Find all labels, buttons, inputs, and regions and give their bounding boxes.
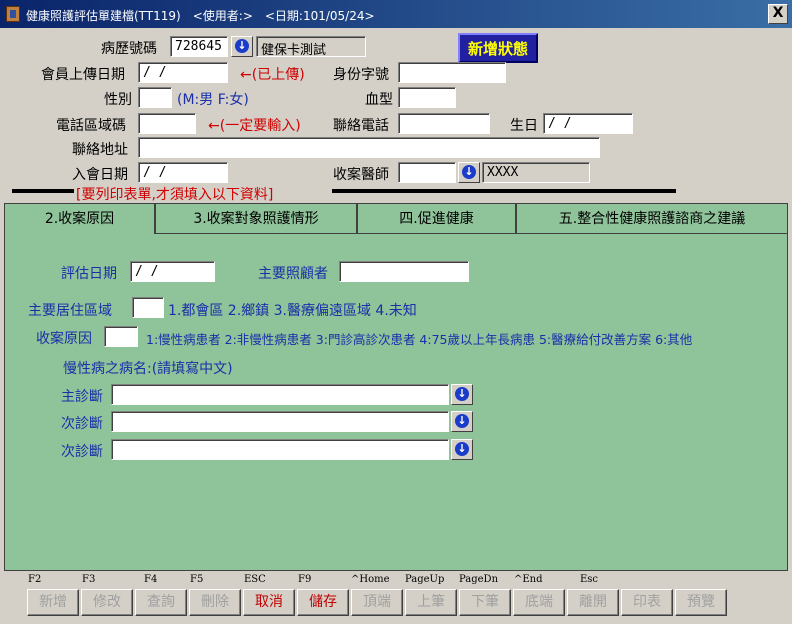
blood-label: 血型 [365, 92, 393, 108]
join-date-field[interactable]: / / [138, 162, 228, 183]
gender-label: 性別 [104, 92, 132, 108]
key-hint: F5 [190, 574, 204, 585]
caregiver-label: 主要照顧者 [258, 266, 328, 282]
birthday-label: 生日 [510, 118, 538, 134]
id-label: 身份字號 [333, 67, 389, 83]
residence-options: 1.都會區 2.鄉鎮 3.醫療偏遠區域 4.未知 [168, 303, 417, 319]
doctor-dropdown-button[interactable]: ↓ [458, 162, 480, 183]
preview-button[interactable]: 預覽 [675, 589, 727, 616]
window-title: 健康照護評估單建檔(TT119) <使用者:> <日期:101/05/24> [26, 9, 375, 23]
close-button[interactable]: X [768, 4, 788, 24]
delete-button[interactable]: 刪除 [189, 589, 241, 616]
residence-label: 主要居住區域 [28, 303, 112, 319]
gender-field[interactable] [138, 87, 172, 108]
key-hint: PageUp [405, 574, 445, 585]
record-no-dropdown-button[interactable]: ↓ [231, 36, 253, 57]
arrow-down-icon: ↓ [455, 414, 469, 428]
area-code-label: 電話區域碼 [56, 118, 126, 134]
reason-options: 1:慢性病患者 2:非慢性病患者 3:門診高診次患者 4:75歲以上年長病患 5… [146, 332, 693, 347]
title-bar: 健康照護評估單建檔(TT119) <使用者:> <日期:101/05/24> X [0, 0, 792, 28]
eval-date-field[interactable]: / / [130, 261, 215, 282]
address-field[interactable] [138, 137, 600, 158]
upload-date-field[interactable]: / / [138, 62, 228, 83]
last-record-button[interactable]: 底端 [513, 589, 565, 616]
phone-label: 聯絡電話 [333, 118, 389, 134]
key-hint: ^Home [351, 574, 390, 585]
query-button[interactable]: 查詢 [135, 589, 187, 616]
new-button[interactable]: 新增 [27, 589, 79, 616]
separator-left [12, 189, 74, 193]
arrow-down-icon: ↓ [455, 442, 469, 456]
tab-health-promotion[interactable]: 四.促進健康 [357, 203, 516, 235]
doctor-label: 收案醫師 [333, 167, 389, 183]
print-button[interactable]: 印表 [621, 589, 673, 616]
key-hint: F9 [298, 574, 312, 585]
sub-diagnosis-dropdown-button-2[interactable]: ↓ [451, 439, 473, 460]
card-test-field: 健保卡測試 [256, 36, 366, 57]
chronic-disease-label: 慢性病之病名:(請填寫中文) [63, 361, 233, 377]
main-diagnosis-field[interactable] [111, 384, 449, 405]
join-date-label: 入會日期 [72, 167, 128, 183]
id-field[interactable] [398, 62, 506, 83]
key-hint: Esc [580, 574, 599, 585]
prev-record-button[interactable]: 上筆 [405, 589, 457, 616]
key-hint: ESC [244, 574, 266, 585]
next-record-button[interactable]: 下筆 [459, 589, 511, 616]
separator-right [332, 189, 676, 193]
main-diagnosis-label: 主診斷 [61, 389, 103, 405]
app-icon [6, 6, 20, 22]
reason-label: 收案原因 [36, 331, 92, 347]
reason-field[interactable] [104, 326, 138, 347]
blood-field[interactable] [398, 87, 456, 108]
arrow-down-icon: ↓ [455, 387, 469, 401]
record-no-label: 病歷號碼 [101, 41, 157, 57]
save-button[interactable]: 儲存 [297, 589, 349, 616]
cancel-button[interactable]: 取消 [243, 589, 295, 616]
doctor-name-field: XXXX [482, 162, 590, 183]
key-hint: F2 [28, 574, 42, 585]
tab-care-status[interactable]: 3.收案對象照護情形 [155, 203, 357, 235]
arrow-down-icon: ↓ [462, 165, 476, 179]
key-hint: F3 [82, 574, 96, 585]
eval-date-label: 評估日期 [61, 266, 117, 282]
phone-field[interactable] [398, 113, 490, 134]
sub-diagnosis-label-2: 次診斷 [61, 444, 103, 460]
gender-hint: (M:男 F:女) [177, 92, 249, 108]
doctor-field[interactable] [398, 162, 456, 183]
key-hint: ^End [514, 574, 543, 585]
tab-integrated-advice[interactable]: 五.整合性健康照護諮商之建議 [516, 203, 788, 235]
sub-diagnosis-label: 次診斷 [61, 416, 103, 432]
sub-diagnosis-field-2[interactable] [111, 439, 449, 460]
new-state-badge: 新增狀態 [458, 33, 538, 63]
sub-diagnosis-field[interactable] [111, 411, 449, 432]
main-diagnosis-dropdown-button[interactable]: ↓ [451, 384, 473, 405]
uploaded-note: ←(已上傳) [240, 67, 305, 83]
edit-button[interactable]: 修改 [81, 589, 133, 616]
tab-reason[interactable]: 2.收案原因 [4, 203, 155, 234]
arrow-down-icon: ↓ [235, 39, 249, 53]
exit-button[interactable]: 離開 [567, 589, 619, 616]
key-hint: PageDn [459, 574, 499, 585]
key-hint: F4 [144, 574, 158, 585]
area-code-note: ←(一定要輸入) [208, 118, 301, 134]
address-label: 聯絡地址 [72, 142, 128, 158]
area-code-field[interactable] [138, 113, 196, 134]
first-record-button[interactable]: 頂端 [351, 589, 403, 616]
upload-date-label: 會員上傳日期 [41, 67, 125, 83]
residence-field[interactable] [132, 297, 164, 318]
caregiver-field[interactable] [339, 261, 469, 282]
sub-diagnosis-dropdown-button[interactable]: ↓ [451, 411, 473, 432]
record-no-field[interactable]: 728645 [170, 36, 228, 57]
birthday-field[interactable]: / / [543, 113, 633, 134]
print-notice: [要列印表單,才須填入以下資料] [76, 187, 274, 203]
